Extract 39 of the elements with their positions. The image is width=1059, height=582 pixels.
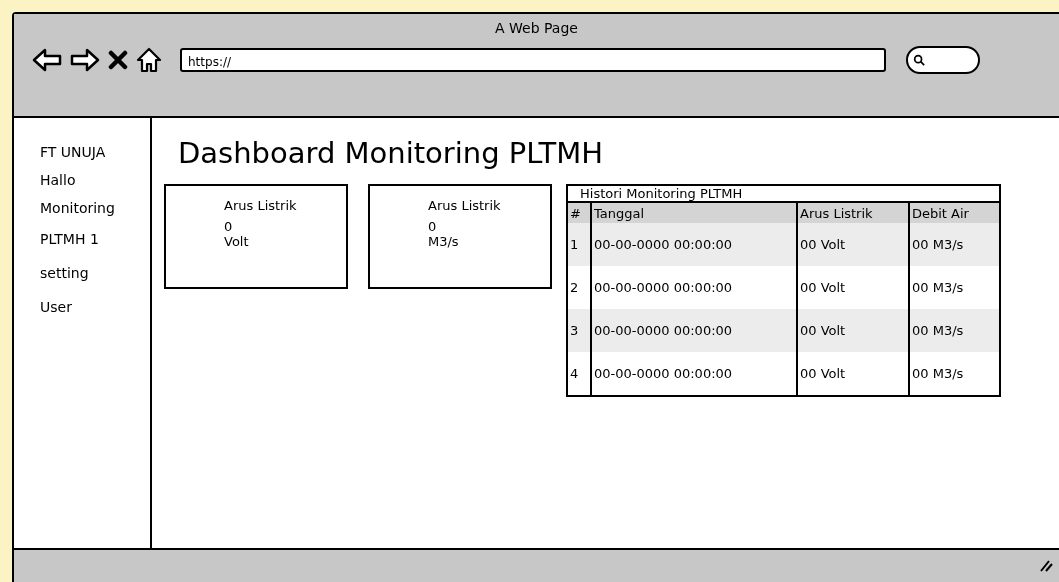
search-icon [913,54,925,66]
forward-icon[interactable] [70,48,100,72]
home-icon[interactable] [136,47,162,73]
table-cell: 00 M3/s [909,266,999,309]
table-cell: 00 M3/s [909,223,999,266]
close-icon[interactable] [108,50,128,70]
card-label: Arus Listrik [428,198,501,213]
search-field[interactable] [906,46,980,74]
table-cell: 00 Volt [797,352,909,395]
table-cell: 00-00-0000 00:00:00 [591,309,797,352]
window-title: A Web Page [495,20,578,36]
page-heading: Dashboard Monitoring PLTMH [178,136,604,170]
resize-grip-icon[interactable] [1039,559,1053,573]
column-header: Tanggal [591,203,797,223]
table-cell: 00 Volt [797,223,909,266]
sidebar-item[interactable]: PLTMH 1 [40,222,99,256]
column-header: Debit Air [909,203,999,223]
url-field[interactable]: https:// [180,48,886,72]
table-cell: 00 M3/s [909,309,999,352]
back-icon[interactable] [32,48,62,72]
table-cell: 1 [568,223,591,266]
card-value: 0 [224,219,233,234]
table-cell: 3 [568,309,591,352]
sidebar-item[interactable]: FT UNUJA [40,138,106,166]
table-cell: 00 M3/s [909,352,999,395]
sidebar-item[interactable]: setting [40,256,89,290]
card-value: 0 [428,219,437,234]
sidebar-item[interactable]: Monitoring [40,194,115,222]
table-cell: 00 Volt [797,309,909,352]
sidebar-item[interactable]: User [40,290,72,324]
table-cell: 00-00-0000 00:00:00 [591,352,797,395]
column-header: Arus Listrik [797,203,909,223]
card-unit: M3/s [428,234,459,249]
card-label: Arus Listrik [224,198,297,213]
table-cell: 4 [568,352,591,395]
sidebar-item[interactable]: Hallo [40,166,76,194]
table-cell: 00-00-0000 00:00:00 [591,223,797,266]
column-header: # [568,203,591,223]
card-unit: Volt [224,234,249,249]
